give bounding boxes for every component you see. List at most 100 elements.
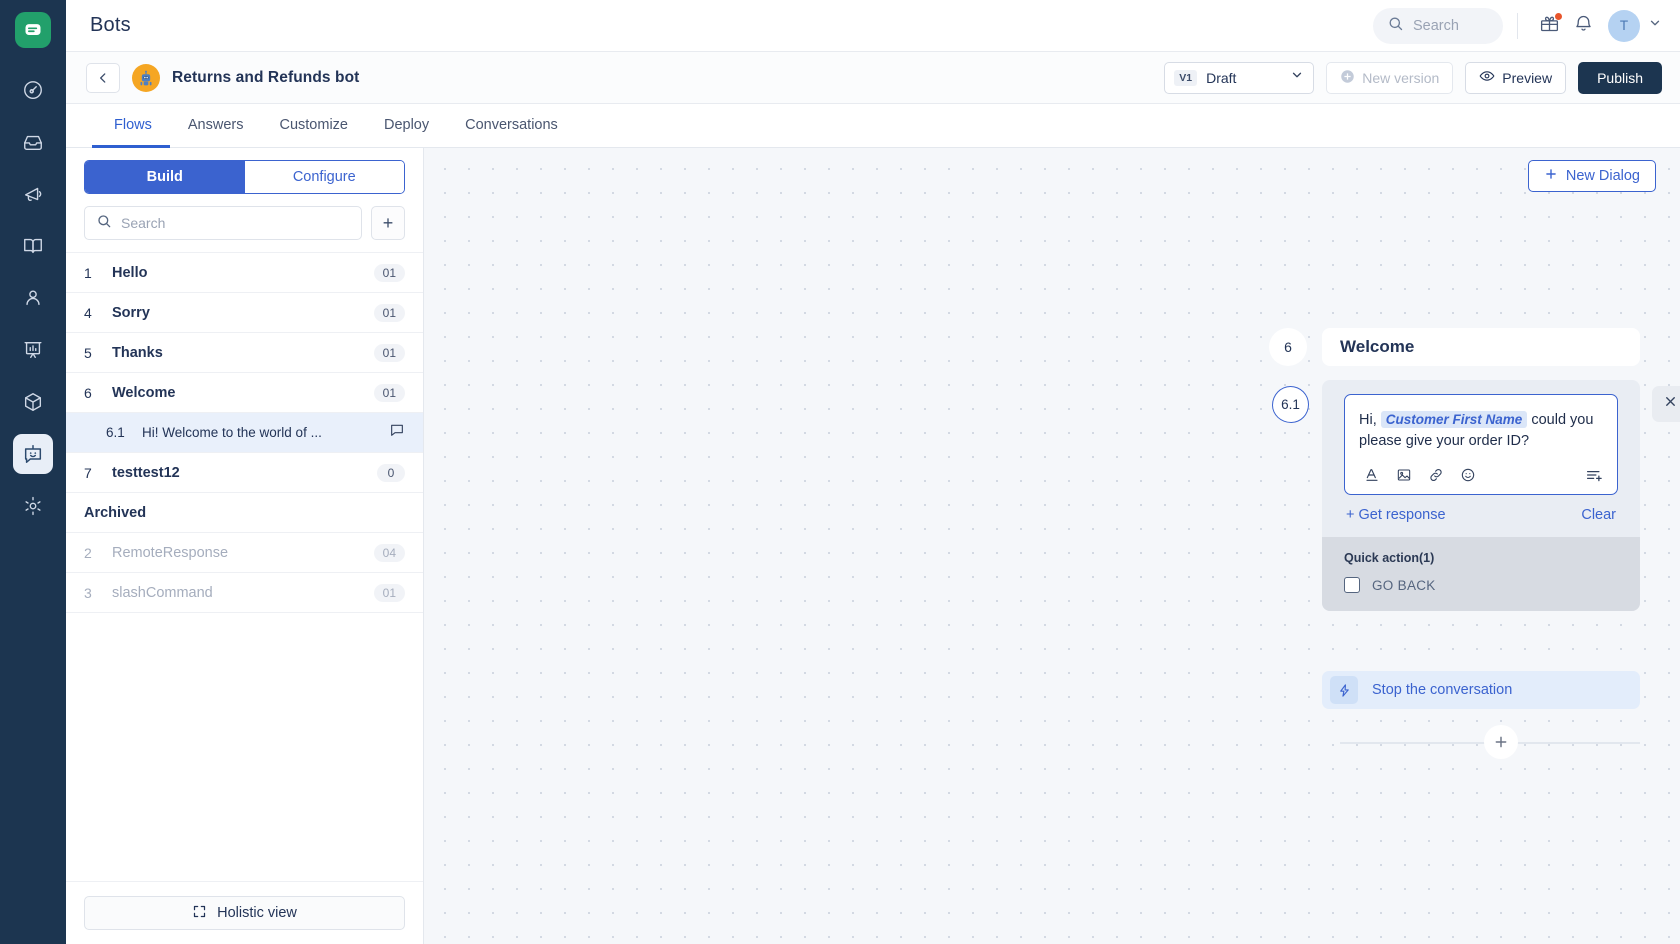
quick-action-checkbox[interactable] (1344, 577, 1360, 593)
flow-number: 1 (84, 265, 98, 281)
flow-count: 01 (374, 584, 405, 602)
list-item[interactable]: 5 Thanks 01 (66, 333, 423, 373)
add-flow-button[interactable]: + (371, 206, 405, 240)
close-icon (1663, 394, 1678, 414)
image-icon[interactable] (1396, 467, 1412, 483)
tab-label: Conversations (465, 117, 558, 133)
flow-name: RemoteResponse (112, 545, 360, 561)
link-icon[interactable] (1428, 467, 1444, 483)
eye-icon (1479, 68, 1495, 87)
flow-name: slashCommand (112, 585, 360, 601)
template-icon[interactable] (1585, 466, 1603, 484)
flows-search-input[interactable]: Search (84, 206, 362, 240)
message-editor[interactable]: Hi, Customer First Name could you please… (1344, 394, 1618, 495)
list-item-archived[interactable]: 3 slashCommand 01 (66, 573, 423, 613)
sidebar-item-dashboard[interactable] (13, 70, 53, 110)
close-dialog-button[interactable] (1652, 386, 1680, 422)
new-version-button[interactable]: New version (1326, 62, 1453, 94)
chevron-down-icon (1290, 68, 1304, 87)
flows-panel-footer: Holistic view (66, 881, 423, 944)
bot-header: Returns and Refunds bot V1 Draft New ver… (66, 52, 1680, 104)
sidebar-item-bots[interactable] (13, 434, 53, 474)
sidebar-item-campaigns[interactable] (13, 174, 53, 214)
notifications-button[interactable] (1566, 9, 1600, 43)
chevron-down-icon[interactable] (1648, 16, 1662, 35)
flow-number: 7 (84, 465, 98, 481)
speedometer-icon (22, 79, 44, 101)
dialog-card-title: Welcome (1322, 328, 1640, 366)
tab-answers[interactable]: Answers (170, 104, 262, 148)
node-badge-flow[interactable]: 6 (1269, 328, 1307, 366)
preview-button[interactable]: Preview (1465, 62, 1566, 94)
holistic-view-button[interactable]: Holistic view (84, 896, 405, 930)
message-actions-row: + Get response Clear (1344, 495, 1618, 537)
text-color-icon[interactable] (1364, 467, 1380, 483)
card-title-text: Welcome (1340, 337, 1414, 357)
flow-name: testtest12 (112, 465, 363, 481)
stop-conversation-card[interactable]: Stop the conversation (1322, 671, 1640, 709)
topbar-divider (1517, 13, 1518, 39)
avatar-initial: T (1620, 18, 1628, 33)
sidebar-item-inbox[interactable] (13, 122, 53, 162)
search-icon (1387, 15, 1404, 37)
flows-panel: Build Configure Search + 1 Hel (66, 148, 424, 944)
holistic-view-label: Holistic view (217, 905, 297, 921)
quick-action-title: Quick action(1) (1344, 551, 1618, 565)
node-badge-dialog[interactable]: 6.1 (1272, 386, 1309, 423)
back-button[interactable] (86, 63, 120, 93)
bot-name: Returns and Refunds bot (172, 69, 359, 87)
expand-icon (192, 904, 207, 923)
sidebar-item-apps[interactable] (13, 382, 53, 422)
archived-label: Archived (84, 505, 405, 521)
avatar[interactable]: T (1608, 10, 1640, 42)
list-item-archived[interactable]: 2 RemoteResponse 04 (66, 533, 423, 573)
tab-deploy[interactable]: Deploy (366, 104, 447, 148)
tab-label: Deploy (384, 117, 429, 133)
dialog-name: Hi! Welcome to the world of ... (142, 425, 377, 440)
flow-number: 3 (84, 585, 98, 601)
plus-circle-icon (1340, 69, 1355, 87)
sidebar-item-reports[interactable] (13, 330, 53, 370)
version-select[interactable]: V1 Draft (1164, 62, 1314, 94)
megaphone-icon (22, 183, 44, 205)
search-icon (96, 213, 112, 234)
publish-label: Publish (1597, 70, 1643, 86)
list-item-dialog-selected[interactable]: 6.1 Hi! Welcome to the world of ... (66, 413, 423, 453)
new-dialog-button[interactable]: New Dialog (1528, 160, 1656, 192)
gifts-button[interactable] (1532, 9, 1566, 43)
stop-conversation-label: Stop the conversation (1372, 682, 1512, 698)
publish-button[interactable]: Publish (1578, 62, 1662, 94)
flow-count: 01 (374, 384, 405, 402)
cube-icon (22, 391, 44, 413)
flows-search-row: Search + (66, 206, 423, 253)
sidebar-item-settings[interactable] (13, 486, 53, 526)
segment-configure[interactable]: Configure (245, 161, 405, 193)
tab-conversations[interactable]: Conversations (447, 104, 576, 148)
add-step-button[interactable] (1484, 725, 1518, 759)
tab-label: Customize (279, 117, 348, 133)
list-item[interactable]: 7 testtest12 0 (66, 453, 423, 493)
flow-count: 01 (374, 264, 405, 282)
global-search-input[interactable]: Search (1373, 8, 1503, 44)
book-icon (22, 235, 44, 257)
segment-build[interactable]: Build (85, 161, 245, 193)
emoji-icon[interactable] (1460, 467, 1476, 483)
clear-button[interactable]: Clear (1581, 507, 1616, 523)
content-body: Build Configure Search + 1 Hel (66, 148, 1680, 944)
quick-action-item[interactable]: GO BACK (1344, 577, 1618, 593)
version-label: Draft (1206, 70, 1281, 86)
variable-chip[interactable]: Customer First Name (1381, 411, 1528, 428)
list-item[interactable]: 4 Sorry 01 (66, 293, 423, 333)
sidebar-item-knowledge[interactable] (13, 226, 53, 266)
message-icon (389, 422, 405, 443)
top-bar: Bots Search (66, 0, 1680, 52)
get-response-button[interactable]: + Get response (1346, 507, 1446, 523)
flow-name: Thanks (112, 345, 360, 361)
flow-canvas[interactable]: New Dialog 6 6.1 Welcome Hi, Customer Fi… (424, 148, 1680, 944)
list-item[interactable]: 1 Hello 01 (66, 253, 423, 293)
archived-section-header: Archived (66, 493, 423, 533)
tab-flows[interactable]: Flows (92, 104, 170, 148)
tab-customize[interactable]: Customize (261, 104, 366, 148)
list-item[interactable]: 6 Welcome 01 (66, 373, 423, 413)
sidebar-item-contacts[interactable] (13, 278, 53, 318)
